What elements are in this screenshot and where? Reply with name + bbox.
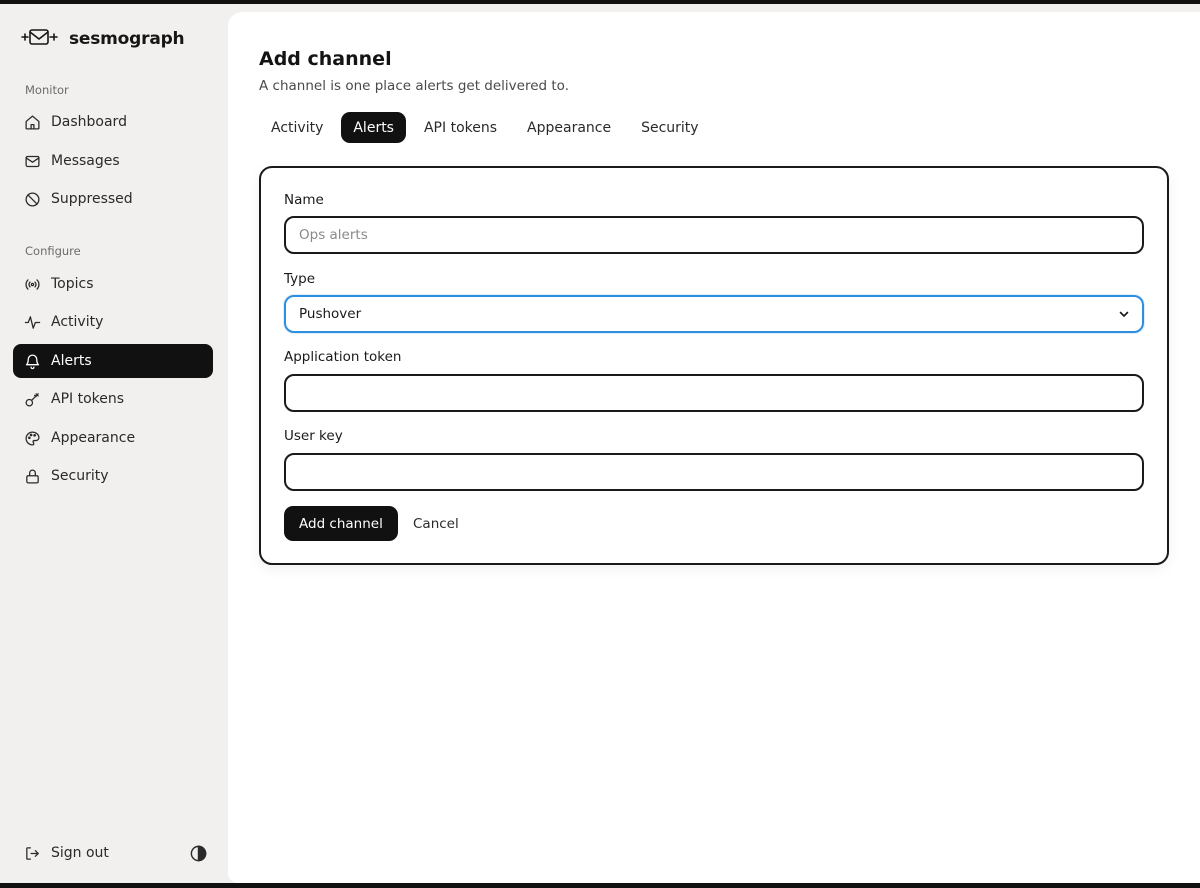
- sidebar-item-label: API tokens: [51, 391, 125, 407]
- home-icon: [25, 114, 40, 130]
- page-subtitle: A channel is one place alerts get delive…: [259, 78, 569, 94]
- add-channel-button[interactable]: Add channel: [284, 506, 398, 541]
- ban-icon: [25, 191, 40, 207]
- activity-icon: [24, 315, 41, 329]
- palette-icon: [25, 430, 40, 446]
- sidebar: sesmograph Monitor Dashboard Messages Su…: [0, 4, 228, 883]
- key-icon: [25, 392, 39, 407]
- envelope-signal-icon: [21, 27, 59, 51]
- tab-security[interactable]: Security: [629, 112, 711, 143]
- sidebar-item-label: Topics: [51, 276, 94, 292]
- sidebar-item-alerts[interactable]: Alerts: [13, 344, 213, 378]
- sidebar-item-label: Dashboard: [51, 114, 127, 130]
- sidebar-item-topics[interactable]: Topics: [13, 267, 213, 301]
- add-channel-form: Name Type Pushover Application token Use…: [259, 166, 1169, 565]
- lock-icon: [26, 469, 39, 484]
- main-panel: Add channel A channel is one place alert…: [228, 12, 1200, 883]
- section-label-configure: Configure: [25, 244, 81, 258]
- app-window: sesmograph Monitor Dashboard Messages Su…: [0, 4, 1200, 883]
- type-select[interactable]: Pushover: [284, 295, 1144, 333]
- brand-name: sesmograph: [69, 29, 185, 49]
- sidebar-item-label: Security: [51, 468, 109, 484]
- section-label-monitor: Monitor: [25, 83, 69, 97]
- tab-api-tokens[interactable]: API tokens: [412, 112, 509, 143]
- name-label: Name: [284, 192, 324, 208]
- sidebar-item-label: Messages: [51, 153, 120, 169]
- sign-out-icon: [26, 846, 39, 860]
- brand[interactable]: sesmograph: [21, 26, 185, 52]
- application-token-label: Application token: [284, 349, 402, 365]
- application-token-input[interactable]: [284, 374, 1144, 412]
- sign-out-label: Sign out: [51, 845, 109, 861]
- page-title: Add channel: [259, 48, 392, 70]
- sidebar-item-messages[interactable]: Messages: [13, 144, 213, 178]
- bell-icon: [25, 353, 40, 369]
- broadcast-icon: [25, 278, 40, 290]
- type-label: Type: [284, 271, 316, 287]
- sidebar-item-appearance[interactable]: Appearance: [13, 421, 213, 455]
- tab-alerts[interactable]: Alerts: [341, 112, 406, 143]
- sidebar-item-security[interactable]: Security: [13, 459, 213, 493]
- chevron-down-icon: [1119, 311, 1129, 317]
- sidebar-item-label: Activity: [51, 314, 104, 330]
- sign-out-button[interactable]: Sign out: [13, 837, 163, 869]
- sidebar-item-label: Alerts: [51, 353, 92, 369]
- user-key-label: User key: [284, 428, 343, 444]
- tab-activity[interactable]: Activity: [259, 112, 335, 143]
- user-key-input[interactable]: [284, 453, 1144, 491]
- cancel-button[interactable]: Cancel: [413, 506, 459, 541]
- name-input[interactable]: [284, 216, 1144, 254]
- sidebar-item-suppressed[interactable]: Suppressed: [13, 182, 213, 216]
- sidebar-item-api-tokens[interactable]: API tokens: [13, 382, 213, 416]
- theme-toggle-button[interactable]: [189, 844, 208, 863]
- tab-appearance[interactable]: Appearance: [515, 112, 623, 143]
- sidebar-item-dashboard[interactable]: Dashboard: [13, 105, 213, 139]
- sidebar-item-activity[interactable]: Activity: [13, 305, 213, 339]
- contrast-icon: [190, 845, 207, 862]
- type-select-value: Pushover: [299, 306, 362, 322]
- sidebar-item-label: Suppressed: [51, 191, 133, 207]
- sidebar-item-label: Appearance: [51, 430, 136, 446]
- mail-icon: [25, 155, 40, 167]
- tab-bar: Activity Alerts API tokens Appearance Se…: [259, 112, 711, 143]
